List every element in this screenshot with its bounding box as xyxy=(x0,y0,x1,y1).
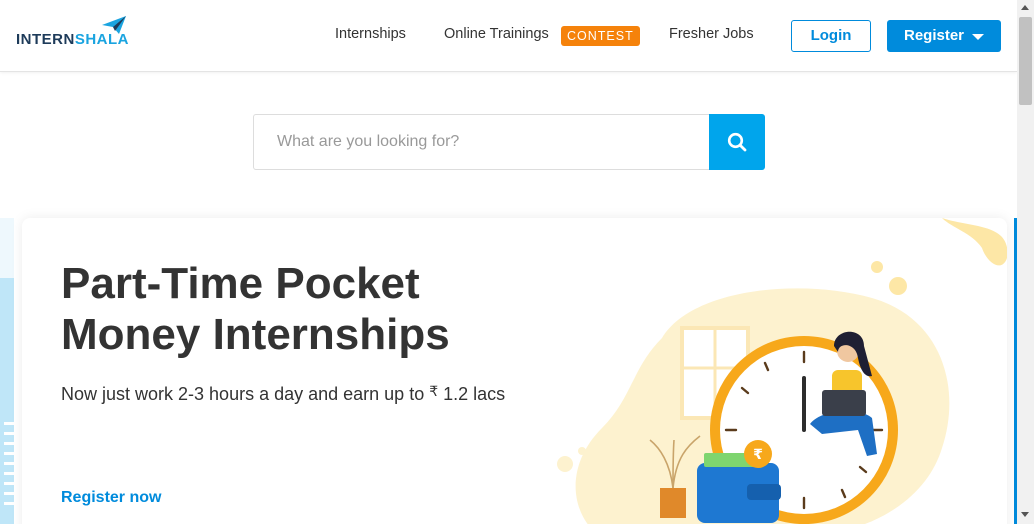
decor-bubble xyxy=(871,261,883,273)
prev-slide-tick xyxy=(4,472,14,475)
scroll-up-arrow-icon[interactable] xyxy=(1021,5,1029,10)
rupee-symbol: ₹ xyxy=(429,383,439,399)
hero-banner-card[interactable]: Part-Time Pocket Money Internships Now j… xyxy=(22,218,1007,524)
hero-subtitle: Now just work 2-3 hours a day and earn u… xyxy=(61,383,506,405)
prev-slide-tick xyxy=(4,452,14,455)
laptop-icon xyxy=(822,390,866,416)
scroll-thumb[interactable] xyxy=(1019,17,1032,105)
prev-slide-tick xyxy=(4,492,14,495)
clock-illustration: ₹ xyxy=(557,218,1007,524)
contest-badge: CONTEST xyxy=(561,26,640,46)
register-label: Register xyxy=(904,27,965,44)
decor-bubble xyxy=(578,447,586,455)
nav-online-trainings[interactable]: Online Trainings xyxy=(444,26,549,42)
prev-slide-tick xyxy=(4,432,14,435)
decor-bubble xyxy=(557,456,573,472)
plant-pot xyxy=(660,488,686,518)
prev-slide-tick xyxy=(4,482,14,485)
nav-internships[interactable]: Internships xyxy=(335,26,406,42)
hero-subtitle-text: Now just work 2-3 hours a day and earn u… xyxy=(61,384,430,404)
hero-title-line-2: Money Internships xyxy=(61,310,450,359)
top-navbar: INTERNSHALA Internships Online Trainings… xyxy=(0,0,1017,72)
prev-slide-tick xyxy=(4,502,14,505)
hero-title: Part-Time Pocket Money Internships xyxy=(61,258,581,360)
hero-title-line-1: Part-Time Pocket xyxy=(61,259,420,308)
hero-amount: 1.2 lacs xyxy=(438,384,506,404)
search-icon xyxy=(727,132,747,152)
prev-slide-graphic xyxy=(0,278,14,524)
prev-slide-tick xyxy=(4,422,14,425)
register-now-link[interactable]: Register now xyxy=(61,489,161,507)
page: INTERNSHALA Internships Online Trainings… xyxy=(0,0,1034,524)
nav-fresher-jobs[interactable]: Fresher Jobs xyxy=(669,26,754,42)
scroll-down-arrow-icon[interactable] xyxy=(1021,512,1029,517)
prev-slide-tick xyxy=(4,462,14,465)
wallet-clasp xyxy=(747,484,781,500)
prev-slide-tick xyxy=(4,442,14,445)
vertical-scrollbar[interactable] xyxy=(1017,0,1034,524)
rupee-coin-symbol: ₹ xyxy=(753,447,763,463)
internshala-logo[interactable]: INTERNSHALA xyxy=(16,16,136,50)
register-button[interactable]: Register xyxy=(887,20,1001,52)
paper-plane-icon xyxy=(102,16,126,34)
carousel-prev-slide[interactable] xyxy=(0,218,14,524)
search-input[interactable] xyxy=(253,114,710,170)
caret-down-icon xyxy=(972,34,984,40)
search-bar xyxy=(253,114,765,170)
login-button[interactable]: Login xyxy=(791,20,871,52)
search-button[interactable] xyxy=(709,114,765,170)
decor-swoosh xyxy=(942,218,1007,266)
decor-bubble xyxy=(889,277,907,295)
